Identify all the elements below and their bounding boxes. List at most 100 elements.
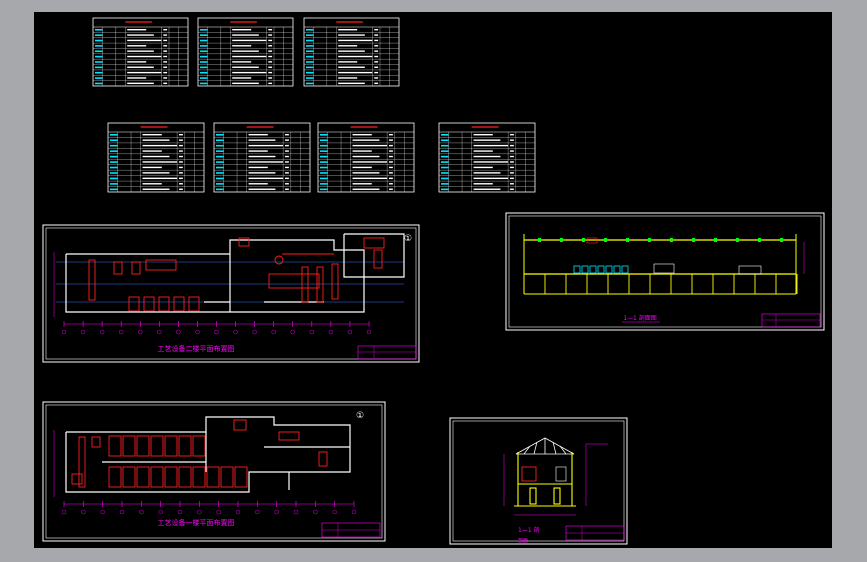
table-cell-text [320,183,328,185]
table-cell-text [352,144,388,147]
table-cell-text [338,39,373,42]
roof-vent [582,238,585,242]
table-cell-text [389,183,393,185]
tanks [573,265,629,274]
equipment-schedule-group-top [92,17,400,87]
table-cell-text [127,50,154,52]
sheet-frame [42,224,420,363]
axis-bubble [271,329,276,335]
section-small[interactable]: 1—1 剖 剖面 [449,417,628,545]
dimension-ticks [61,321,372,335]
plan-first-floor[interactable]: 工艺设备一楼平面布置图 ① [42,401,386,542]
title-block [357,345,417,360]
table-cell-text [473,183,493,185]
axis-bubble [214,329,219,335]
table-border [107,122,205,193]
table-cell-text [306,39,314,42]
table-cell-text [352,177,388,180]
table-cell-text [163,50,168,52]
axis-bubble [195,329,200,335]
table-cell-text [268,55,273,58]
axis-bubble [177,509,183,515]
table-border [213,122,311,193]
table-cell-text [320,144,328,147]
equipment-unit [234,466,248,488]
sheet-marker: ① [404,234,412,244]
axis-bubble [233,329,238,335]
table-cell-text [473,166,493,169]
dimension-ticks [61,501,357,515]
table-cell-text [374,34,379,36]
table-cell-text [441,155,449,158]
table-cell-text [338,71,373,74]
table-cell-text [285,172,289,174]
table-cell-text [232,77,252,79]
roof-vent [560,238,563,242]
table-cell-text [248,177,284,180]
table-cell-text [510,183,514,185]
roof-vent [714,238,717,242]
table-cell-text [441,172,449,174]
dimension-lines [53,252,369,325]
table-cell-text [352,183,372,185]
table-cell-text [352,155,380,158]
table-cell-text [216,172,224,174]
table-cell-text [95,50,103,53]
table-cell-text [127,39,162,42]
equipment-schedule-table [213,122,311,193]
table-cell-text [389,150,393,152]
table-cell-text [352,161,388,163]
table-cell-text [232,45,252,47]
roof-vent [692,238,695,242]
table-cell-text [285,166,289,169]
table-cell-text [163,34,168,36]
table-cell-text [95,45,103,47]
table-cell-text [110,161,118,163]
equipment-schedule-group-middle [107,122,536,193]
table-cell-text [163,45,168,47]
table-cell-text [248,134,268,136]
table-cell-text [248,144,284,147]
table-cell-text [216,177,224,180]
table-cell-text [216,183,224,185]
equipment-unit [136,435,150,457]
table-cell-text [127,66,154,68]
table-cell-text [473,172,501,174]
table-cell-text [441,183,449,185]
table-cell-text [268,29,273,31]
table-cell-text [389,188,393,190]
table-cell-text [142,183,162,185]
table-cell-text [127,55,162,58]
equipment-unit [122,466,136,488]
table-cell-text [441,139,449,142]
table-cell-text [510,144,514,147]
plan-second-floor[interactable]: 工艺设备二楼平面布置图 ① [42,224,420,363]
equipment-box [555,466,567,482]
section-title: 1—1 剖面图 [623,314,657,322]
table-cell-text [248,172,276,174]
section-columns [523,274,798,294]
table-cell-text [389,155,393,158]
table-cell-text [127,29,147,31]
table-cell-text [179,144,183,147]
axis-bubble [138,329,143,335]
axis-bubble [61,509,67,515]
cad-model-space[interactable]: 工艺设备二楼平面布置图 ① 工艺设备一楼平面布置图 ① 1—1 剖面图 1—1 … [34,12,832,548]
equipment-schedule-table [197,17,294,87]
table-cell-text [352,150,372,152]
axis-bubble [235,509,241,515]
axis-bubble [216,509,221,515]
table-cell-text [473,161,509,163]
table-cell-text [200,77,208,79]
axis-bubble [100,509,105,515]
table-cell-text [179,177,183,180]
section-1-1[interactable]: 1—1 剖面图 [505,212,825,331]
table-cell-text [110,188,118,191]
table-cell-text [95,29,103,31]
equipment-unit [192,466,206,488]
tank [589,265,597,274]
table-cell-text [352,172,380,174]
table-cell-text [374,39,379,42]
axis-bubble [81,509,86,515]
table-cell-text [510,188,514,190]
